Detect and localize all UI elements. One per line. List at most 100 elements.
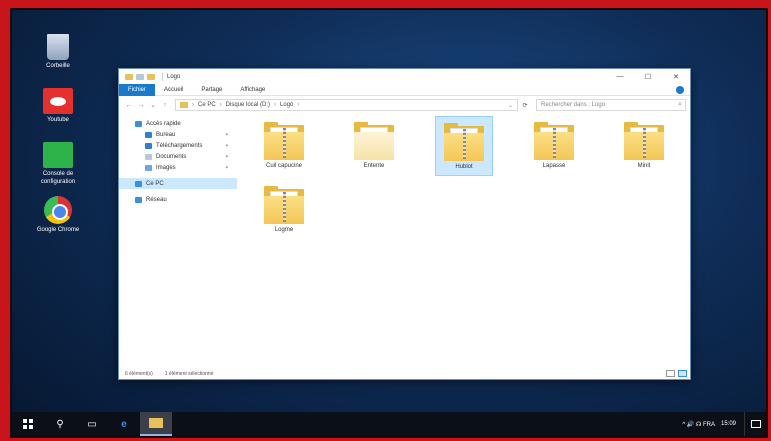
forward-arrow-icon[interactable]: → xyxy=(135,102,147,109)
properties-icon[interactable] xyxy=(136,73,144,80)
folder-icon xyxy=(149,418,163,428)
tab-affichage[interactable]: Affichage xyxy=(231,84,274,96)
folder-icon xyxy=(354,122,394,160)
help-icon[interactable] xyxy=(676,85,684,94)
title-bar[interactable]: Logo — ☐ ✕ xyxy=(119,69,690,84)
recycle-bin-icon xyxy=(47,34,69,60)
chrome-icon xyxy=(44,196,72,224)
minimize-button[interactable]: — xyxy=(606,73,634,81)
desktop-icon-label: Console de configuration xyxy=(40,171,76,185)
pin-icon: ✦ xyxy=(224,164,229,171)
tab-accueil[interactable]: Accueil xyxy=(155,84,192,96)
nav-documents[interactable]: Documents ✦ xyxy=(119,151,237,162)
breadcrumb-drive[interactable]: Disque local (D:) xyxy=(226,102,270,108)
refresh-icon[interactable]: ⟳ xyxy=(518,102,532,109)
nav-label: Bureau xyxy=(156,131,176,138)
address-bar[interactable]: › Ce PC › Disque local (D:) › Logo › ⌄ xyxy=(175,99,518,111)
edge-icon[interactable]: e xyxy=(108,412,140,436)
desktop-folder-icon xyxy=(145,131,152,138)
folder-item-selected[interactable]: Hublot xyxy=(435,116,493,176)
pin-icon: ✦ xyxy=(224,153,229,160)
back-arrow-icon[interactable]: ← xyxy=(123,102,135,109)
folder-item[interactable]: Logme xyxy=(255,180,313,240)
recent-chevron-icon[interactable]: ⌄ xyxy=(147,101,159,109)
desktop-icon-console[interactable]: Console de configuration xyxy=(28,142,88,186)
folder-name: Minit xyxy=(637,163,651,169)
desktop-icon-label: Youtube xyxy=(47,117,69,123)
folder-item[interactable]: Cuil capucine xyxy=(255,116,313,176)
file-explorer-window: Logo — ☐ ✕ Fichier Accueil Partage Affic… xyxy=(118,68,691,380)
maximize-button[interactable]: ☐ xyxy=(634,73,662,81)
clock[interactable]: 15:09 xyxy=(721,421,736,427)
folder-name: Entente xyxy=(363,163,385,169)
search-icon[interactable]: ⚲ xyxy=(44,412,76,436)
up-arrow-icon[interactable]: ↑ xyxy=(159,102,171,109)
desktop-icon-youtube[interactable]: Youtube xyxy=(28,88,88,124)
new-folder-icon[interactable] xyxy=(147,73,155,80)
nav-label: Ce PC xyxy=(146,180,164,187)
desktop-icon-recycle-bin[interactable]: Corbeille xyxy=(28,34,88,70)
desktop-icon-chrome[interactable]: Google Chrome xyxy=(28,196,88,234)
details-view-icon[interactable] xyxy=(666,370,675,377)
pictures-icon xyxy=(145,164,152,171)
action-center-button[interactable] xyxy=(744,412,766,436)
file-list: Cuil capucine Entente Hublot Lapasse Min… xyxy=(237,114,690,368)
tab-fichier[interactable]: Fichier xyxy=(119,83,156,96)
desktop-icon-label: Google Chrome xyxy=(36,227,80,233)
notification-icon xyxy=(750,420,761,428)
nav-label: Documents xyxy=(156,153,187,160)
start-button[interactable] xyxy=(12,412,44,436)
nav-network[interactable]: Réseau xyxy=(119,194,237,205)
window-title: Logo xyxy=(167,73,181,80)
status-bar: 6 élément(s) 1 élément sélectionné xyxy=(119,368,690,379)
zip-folder-icon xyxy=(264,122,304,160)
folder-item[interactable]: Lapasse xyxy=(525,116,583,176)
breadcrumb-this-pc[interactable]: Ce PC xyxy=(198,102,216,108)
chevron-right-icon: › xyxy=(192,102,194,108)
nav-telechargements[interactable]: Téléchargements ✦ xyxy=(119,140,237,151)
tray-icons[interactable]: ^ 🔊 ☊ FRA xyxy=(682,421,715,428)
folder-name: Hublot xyxy=(455,164,473,170)
selection-count: 1 élément sélectionné xyxy=(164,370,214,377)
folder-name: Logme xyxy=(274,227,294,233)
folder-item[interactable]: Minit xyxy=(615,116,673,176)
ribbon: Fichier Accueil Partage Affichage xyxy=(119,83,690,96)
task-view-icon[interactable]: ▭ xyxy=(76,412,108,436)
youtube-icon xyxy=(43,88,73,114)
search-input[interactable]: Rechercher dans : Logo ⌕ xyxy=(536,99,686,111)
chevron-down-icon[interactable]: ⌄ xyxy=(508,102,513,109)
close-button[interactable]: ✕ xyxy=(662,73,690,81)
item-count: 6 élément(s) xyxy=(125,370,153,377)
zip-folder-icon xyxy=(534,122,574,160)
nav-label: Accès rapide xyxy=(146,120,181,127)
nav-quick-access[interactable]: Accès rapide xyxy=(119,118,237,129)
folder-name: Cuil capucine xyxy=(265,163,303,169)
folder-icon xyxy=(125,73,133,80)
folder-icon xyxy=(180,102,188,108)
download-icon xyxy=(145,142,152,149)
divider xyxy=(162,72,163,81)
navigation-pane: Accès rapide Bureau ✦ Téléchargements ✦ … xyxy=(119,114,237,368)
zip-folder-icon xyxy=(624,122,664,160)
console-icon xyxy=(43,142,73,168)
desktop: Corbeille Youtube Console de configurati… xyxy=(10,8,768,438)
nav-images[interactable]: Images ✦ xyxy=(119,162,237,173)
pin-icon: ✦ xyxy=(224,142,229,149)
star-icon xyxy=(135,120,142,127)
system-tray: ^ 🔊 ☊ FRA 15:09 xyxy=(682,421,744,428)
breadcrumb-logo[interactable]: Logo xyxy=(280,102,293,108)
network-icon xyxy=(135,196,142,203)
large-icons-view-icon[interactable] xyxy=(678,370,687,377)
folder-item[interactable]: Entente xyxy=(345,116,403,176)
search-icon: ⌕ xyxy=(678,101,682,108)
chevron-right-icon[interactable]: › xyxy=(220,102,222,108)
nav-label: Images xyxy=(156,164,176,171)
chevron-right-icon[interactable]: › xyxy=(297,102,299,108)
nav-bureau[interactable]: Bureau ✦ xyxy=(119,129,237,140)
file-explorer-taskbar-icon[interactable] xyxy=(140,412,172,436)
chevron-right-icon[interactable]: › xyxy=(274,102,276,108)
nav-this-pc[interactable]: Ce PC xyxy=(119,178,237,189)
tab-partage[interactable]: Partage xyxy=(192,84,231,96)
address-row: ← → ⌄ ↑ › Ce PC › Disque local (D:) › Lo… xyxy=(119,96,690,114)
nav-label: Téléchargements xyxy=(156,142,203,149)
